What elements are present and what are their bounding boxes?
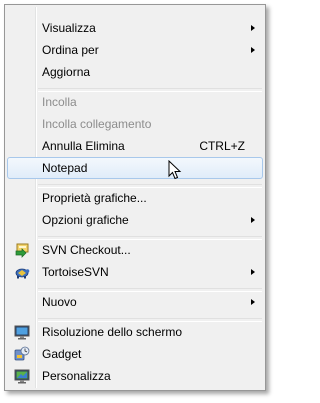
menu-item-proprieta-grafiche[interactable]: Proprietà grafiche... bbox=[7, 187, 263, 209]
menu-item-svn-checkout[interactable]: SVN Checkout... bbox=[7, 239, 263, 261]
submenu-arrow-icon bbox=[251, 25, 255, 31]
context-menu: Visualizza Ordina per Aggiorna Incolla I… bbox=[4, 4, 266, 391]
submenu-arrow-icon bbox=[251, 299, 255, 305]
menu-item-label: Annulla Elimina bbox=[42, 139, 125, 153]
svn-checkout-icon bbox=[14, 242, 30, 258]
menu-item-label: Nuovo bbox=[42, 295, 77, 309]
mouse-pointer-icon bbox=[168, 159, 182, 185]
menu-item-aggiorna[interactable]: Aggiorna bbox=[7, 61, 263, 83]
submenu-arrow-icon bbox=[251, 269, 255, 275]
menu-item-annulla-elimina[interactable]: Annulla Elimina CTRL+Z bbox=[7, 135, 263, 157]
menu-item-notepad[interactable]: Notepad bbox=[7, 157, 263, 179]
menu-item-nuovo[interactable]: Nuovo bbox=[7, 291, 263, 313]
menu-item-label: Risoluzione dello schermo bbox=[42, 325, 183, 339]
menu-item-label: Proprietà grafiche... bbox=[42, 191, 147, 205]
menu-item-label: Incolla collegamento bbox=[42, 117, 152, 131]
menu-item-tortoisesvn[interactable]: TortoiseSVN bbox=[7, 261, 263, 283]
menu-item-label: Aggiorna bbox=[42, 65, 91, 79]
menu-item-risoluzione-schermo[interactable]: Risoluzione dello schermo bbox=[7, 321, 263, 343]
menu-item-label: Personalizza bbox=[42, 369, 111, 383]
menu-item-incolla-collegamento: Incolla collegamento bbox=[7, 113, 263, 135]
menu-item-label: Gadget bbox=[42, 347, 82, 361]
menu-item-label: Visualizza bbox=[42, 21, 96, 35]
menu-item-shortcut: CTRL+Z bbox=[199, 139, 245, 153]
personalize-icon bbox=[14, 368, 30, 384]
tortoisesvn-icon bbox=[14, 264, 30, 280]
submenu-arrow-icon bbox=[251, 47, 255, 53]
gadget-icon bbox=[14, 346, 30, 362]
menu-item-label: TortoiseSVN bbox=[42, 265, 109, 279]
menu-item-personalizza[interactable]: Personalizza bbox=[7, 365, 263, 387]
submenu-arrow-icon bbox=[251, 217, 255, 223]
menu-item-label: Incolla bbox=[42, 95, 77, 109]
menu-item-ordina-per[interactable]: Ordina per bbox=[7, 39, 263, 61]
menu-item-incolla: Incolla bbox=[7, 91, 263, 113]
menu-item-visualizza[interactable]: Visualizza bbox=[7, 17, 263, 39]
menu-item-opzioni-grafiche[interactable]: Opzioni grafiche bbox=[7, 209, 263, 231]
screen-resolution-icon bbox=[14, 324, 30, 340]
menu-item-gadget[interactable]: Gadget bbox=[7, 343, 263, 365]
menu-item-label: Notepad bbox=[42, 161, 88, 175]
menu-item-label: Ordina per bbox=[42, 43, 99, 57]
menu-item-label: SVN Checkout... bbox=[42, 243, 131, 257]
menu-item-label: Opzioni grafiche bbox=[42, 213, 129, 227]
